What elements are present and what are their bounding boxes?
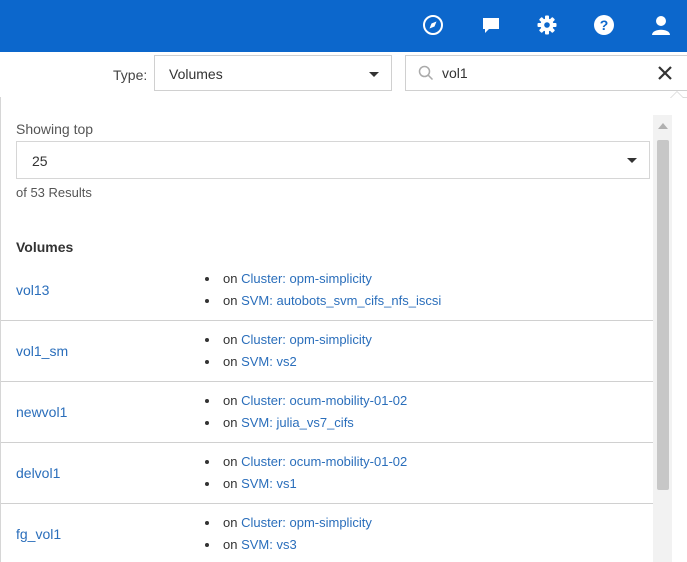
type-label: Type:	[113, 67, 148, 83]
svm-info: on SVM: autobots_svm_cifs_nfs_iscsi	[205, 290, 441, 312]
svm-link[interactable]: SVM: vs1	[241, 476, 297, 491]
bullet-icon	[205, 338, 209, 342]
scroll-up-arrow-icon[interactable]	[658, 123, 668, 129]
on-label: on	[223, 537, 238, 552]
on-label: on	[223, 415, 238, 430]
results-scrollbar[interactable]	[653, 115, 672, 562]
close-icon[interactable]	[656, 64, 674, 82]
cluster-info: on Cluster: ocum-mobility-01-02	[205, 390, 407, 412]
svm-link[interactable]: SVM: vs3	[241, 537, 297, 552]
scrollbar-thumb[interactable]	[657, 140, 669, 490]
svm-info: on SVM: julia_vs7_cifs	[205, 412, 407, 434]
top-header-bar: ?	[0, 0, 687, 52]
cluster-info: on Cluster: opm-simplicity	[205, 329, 372, 351]
result-count-value: 25	[32, 153, 48, 169]
on-label: on	[223, 293, 238, 308]
chat-icon[interactable]	[478, 12, 504, 38]
svm-info: on SVM: vs3	[205, 534, 372, 556]
volume-link[interactable]: fg_vol1	[16, 504, 61, 562]
list-item: newvol1 on Cluster: ocum-mobility-01-02 …	[1, 382, 653, 443]
compass-icon[interactable]	[420, 12, 446, 38]
svm-link[interactable]: SVM: vs2	[241, 354, 297, 369]
cluster-info: on Cluster: opm-simplicity	[205, 268, 441, 290]
on-label: on	[223, 332, 238, 347]
svm-info: on SVM: vs1	[205, 473, 407, 495]
list-item: vol13 on Cluster: opm-simplicity on SVM:…	[1, 260, 653, 321]
on-label: on	[223, 271, 238, 286]
result-count-dropdown[interactable]: 25	[16, 141, 650, 179]
volume-link[interactable]: delvol1	[16, 443, 60, 503]
showing-top-label: Showing top	[16, 121, 94, 137]
volume-link[interactable]: vol1_sm	[16, 321, 68, 381]
bullet-icon	[205, 277, 209, 281]
bullet-icon	[205, 543, 209, 547]
list-item: vol1_sm on Cluster: opm-simplicity on SV…	[1, 321, 653, 382]
cluster-info: on Cluster: opm-simplicity	[205, 512, 372, 534]
bullet-icon	[205, 360, 209, 364]
type-dropdown[interactable]: Volumes	[154, 55, 392, 91]
type-dropdown-value: Volumes	[169, 66, 223, 82]
on-label: on	[223, 354, 238, 369]
cluster-info: on Cluster: ocum-mobility-01-02	[205, 451, 407, 473]
volume-link[interactable]: vol13	[16, 260, 49, 320]
bullet-icon	[205, 399, 209, 403]
search-results-panel: Showing top 25 of 53 Results Volumes vol…	[0, 97, 672, 562]
search-input[interactable]	[442, 63, 642, 83]
bullet-icon	[205, 299, 209, 303]
bullet-icon	[205, 421, 209, 425]
search-icon	[418, 65, 434, 81]
results-count-label: of 53 Results	[16, 185, 92, 200]
svg-text:?: ?	[600, 17, 609, 33]
on-label: on	[223, 476, 238, 491]
section-title-volumes: Volumes	[16, 239, 74, 255]
cluster-link[interactable]: Cluster: ocum-mobility-01-02	[241, 393, 407, 408]
chevron-down-icon	[627, 158, 637, 163]
svm-info: on SVM: vs2	[205, 351, 372, 373]
chevron-down-icon	[369, 72, 379, 77]
list-item: fg_vol1 on Cluster: opm-simplicity on SV…	[1, 504, 653, 562]
search-box	[405, 55, 687, 91]
cluster-link[interactable]: Cluster: opm-simplicity	[241, 332, 372, 347]
bullet-icon	[205, 460, 209, 464]
svm-link[interactable]: SVM: autobots_svm_cifs_nfs_iscsi	[241, 293, 441, 308]
bullet-icon	[205, 482, 209, 486]
on-label: on	[223, 515, 238, 530]
cluster-link[interactable]: Cluster: opm-simplicity	[241, 271, 372, 286]
popover-arrow-inner	[671, 92, 683, 98]
help-icon[interactable]: ?	[591, 12, 617, 38]
list-item: delvol1 on Cluster: ocum-mobility-01-02 …	[1, 443, 653, 504]
bullet-icon	[205, 521, 209, 525]
svm-link[interactable]: SVM: julia_vs7_cifs	[241, 415, 354, 430]
cluster-link[interactable]: Cluster: ocum-mobility-01-02	[241, 454, 407, 469]
on-label: on	[223, 454, 238, 469]
on-label: on	[223, 393, 238, 408]
cluster-link[interactable]: Cluster: opm-simplicity	[241, 515, 372, 530]
volume-link[interactable]: newvol1	[16, 382, 67, 442]
user-icon[interactable]	[648, 12, 674, 38]
gear-icon[interactable]	[534, 12, 560, 38]
